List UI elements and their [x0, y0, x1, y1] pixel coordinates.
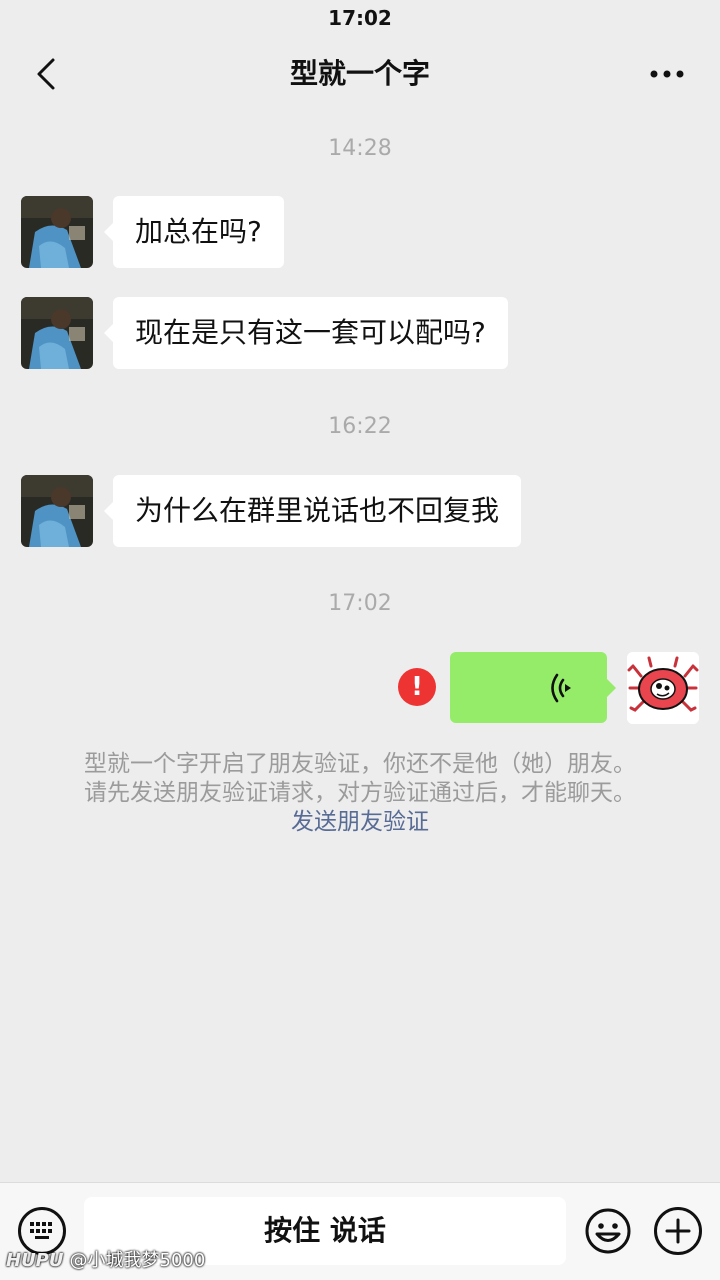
message-row-outgoing: !: [0, 652, 720, 724]
send-failed-icon[interactable]: !: [398, 668, 436, 706]
emoji-icon: [585, 1208, 631, 1254]
more-actions-button[interactable]: [654, 1207, 702, 1255]
message-bubble[interactable]: 现在是只有这一套可以配吗?: [104, 297, 508, 369]
contact-avatar[interactable]: [21, 297, 93, 369]
voice-message-bubble[interactable]: [450, 652, 616, 723]
more-button[interactable]: [642, 54, 692, 94]
timestamp: 17:02: [328, 591, 392, 616]
status-bar: 17:02: [0, 0, 720, 36]
contact-avatar-image: [21, 475, 93, 547]
timestamp: 16:22: [328, 414, 392, 439]
contact-avatar[interactable]: [21, 475, 93, 547]
nav-bar: 型就一个字: [0, 36, 720, 112]
message-row: 加总在吗?: [0, 196, 720, 268]
message-row: 为什么在群里说话也不回复我: [0, 475, 720, 547]
message-row: 现在是只有这一套可以配吗?: [0, 297, 720, 369]
more-dots-icon: [650, 70, 684, 78]
message-bubble[interactable]: 为什么在群里说话也不回复我: [103, 475, 522, 547]
plus-icon: [665, 1218, 691, 1244]
watermark: HUPU @小城我梦5000: [6, 1246, 205, 1272]
my-avatar-image: [627, 652, 699, 724]
notice-line-1: 型就一个字开启了朋友验证，你还不是他（她）朋友。: [84, 751, 636, 777]
notice-line-2: 请先发送朋友验证请求，对方验证通过后，才能聊天。: [84, 780, 636, 806]
chat-title: 型就一个字: [289, 57, 430, 90]
contact-avatar-image: [21, 297, 93, 369]
send-verification-link[interactable]: 发送朋友验证: [40, 808, 680, 837]
my-avatar[interactable]: [627, 652, 699, 724]
watermark-user: @小城我梦5000: [69, 1250, 206, 1271]
status-time: 17:02: [328, 6, 392, 30]
voice-wave-icon: [551, 673, 571, 703]
emoji-button[interactable]: [584, 1207, 632, 1255]
timestamp: 14:28: [328, 136, 392, 161]
system-notice: 型就一个字开启了朋友验证，你还不是他（她）朋友。 请先发送朋友验证请求，对方验证…: [40, 750, 680, 837]
contact-avatar[interactable]: [21, 196, 93, 268]
contact-avatar-image: [21, 196, 93, 268]
message-bubble[interactable]: 加总在吗?: [104, 196, 284, 268]
watermark-brand: HUPU: [6, 1250, 64, 1271]
keyboard-icon: [30, 1222, 52, 1239]
